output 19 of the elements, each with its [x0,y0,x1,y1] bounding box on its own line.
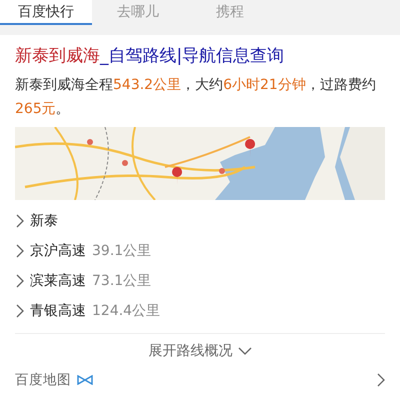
source-label: 百度地图 [15,371,71,389]
route-step: 滨莱高速 [30,272,86,290]
ribbon-icon [77,375,93,385]
chevron-right-icon [15,304,24,318]
step-distance: 39.1公里 [92,242,152,260]
chevron-right-icon [15,274,24,288]
step-distance: 73.1公里 [92,272,152,290]
expand-route-button[interactable]: 展开路线概况 [15,334,385,368]
chevron-down-icon [238,346,252,356]
chevron-right-icon [376,373,385,387]
route-step: 京沪高速 [30,242,86,260]
tab[interactable]: 百度快行 [0,0,92,25]
step-distance: 124.4公里 [92,302,160,320]
result-title-link[interactable]: 新泰到威海_自驾路线|导航信息查询 [15,43,284,69]
chevron-right-icon [15,244,24,258]
route-summary: 新泰到威海全程543.2公里，大约6小时21分钟，过路费约265元。 [15,76,377,119]
route-step: 青银高速 [30,302,86,320]
chevron-right-icon [15,214,24,228]
route-step: 新泰 [30,212,58,230]
